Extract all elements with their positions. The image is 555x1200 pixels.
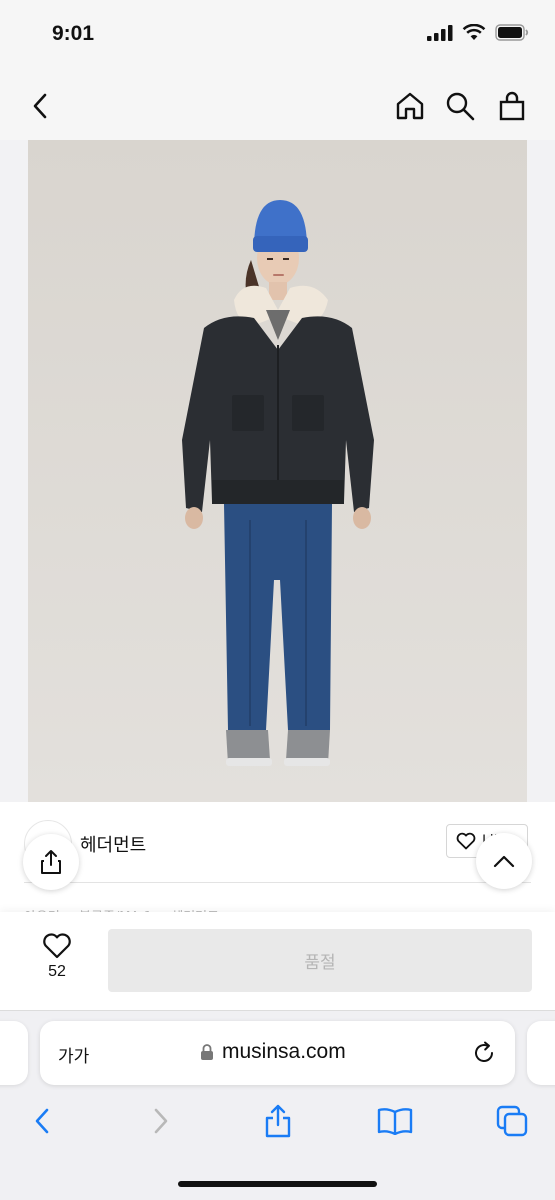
status-bar: 9:01 xyxy=(0,0,555,70)
home-button[interactable] xyxy=(388,84,432,128)
next-tab-preview[interactable] xyxy=(527,1021,555,1085)
share-icon xyxy=(41,850,61,874)
browser-toolbar: 가가 musinsa.com xyxy=(0,1010,555,1200)
chevron-up-icon xyxy=(493,855,515,868)
heart-outline-icon xyxy=(43,933,71,959)
lock-icon xyxy=(201,1044,213,1060)
book-icon xyxy=(377,1108,413,1135)
previous-tab-preview[interactable] xyxy=(0,1021,28,1085)
tabs-icon xyxy=(496,1105,528,1137)
chevron-right-icon xyxy=(154,1108,168,1134)
brand-name[interactable]: 헤더먼트 xyxy=(80,831,146,857)
scroll-top-button[interactable] xyxy=(476,833,532,889)
share-icon xyxy=(265,1104,291,1138)
bookmarks-button[interactable] xyxy=(373,1099,417,1143)
chevron-left-icon xyxy=(35,1108,49,1134)
browser-share-button[interactable] xyxy=(256,1099,300,1143)
back-icon xyxy=(33,93,47,119)
search-button[interactable] xyxy=(438,84,482,128)
reload-button[interactable] xyxy=(471,1040,497,1070)
status-time: 9:01 xyxy=(52,22,95,45)
product-photo xyxy=(28,140,527,802)
tabs-button[interactable] xyxy=(490,1099,534,1143)
soldout-button[interactable]: 품절 xyxy=(108,929,532,992)
browser-forward-button[interactable] xyxy=(139,1099,183,1143)
browser-back-button[interactable] xyxy=(20,1099,64,1143)
product-like-button[interactable]: 52 xyxy=(26,932,88,981)
reader-mode-button[interactable]: 가가 xyxy=(58,1042,89,1067)
status-icons xyxy=(427,24,529,41)
product-image[interactable] xyxy=(28,140,527,802)
purchase-bar: 52 품절 xyxy=(0,912,555,1010)
address-bar[interactable]: 가가 musinsa.com xyxy=(40,1021,515,1085)
reload-icon xyxy=(475,1041,493,1062)
url-text: musinsa.com xyxy=(222,1040,346,1063)
heart-outline-icon xyxy=(456,832,476,850)
like-count: 52 xyxy=(48,963,66,980)
cart-button[interactable] xyxy=(490,84,534,128)
wifi-icon xyxy=(462,24,486,40)
battery-icon xyxy=(495,24,529,41)
home-icon xyxy=(396,92,424,120)
home-indicator[interactable] xyxy=(178,1181,377,1187)
divider xyxy=(24,882,531,883)
signal-icon xyxy=(427,24,453,41)
back-button[interactable] xyxy=(18,84,62,128)
app-header xyxy=(0,70,555,140)
url-display[interactable]: musinsa.com xyxy=(200,1040,346,1064)
share-button[interactable] xyxy=(23,834,79,890)
search-icon xyxy=(446,92,475,121)
shopping-bag-icon xyxy=(499,91,525,121)
